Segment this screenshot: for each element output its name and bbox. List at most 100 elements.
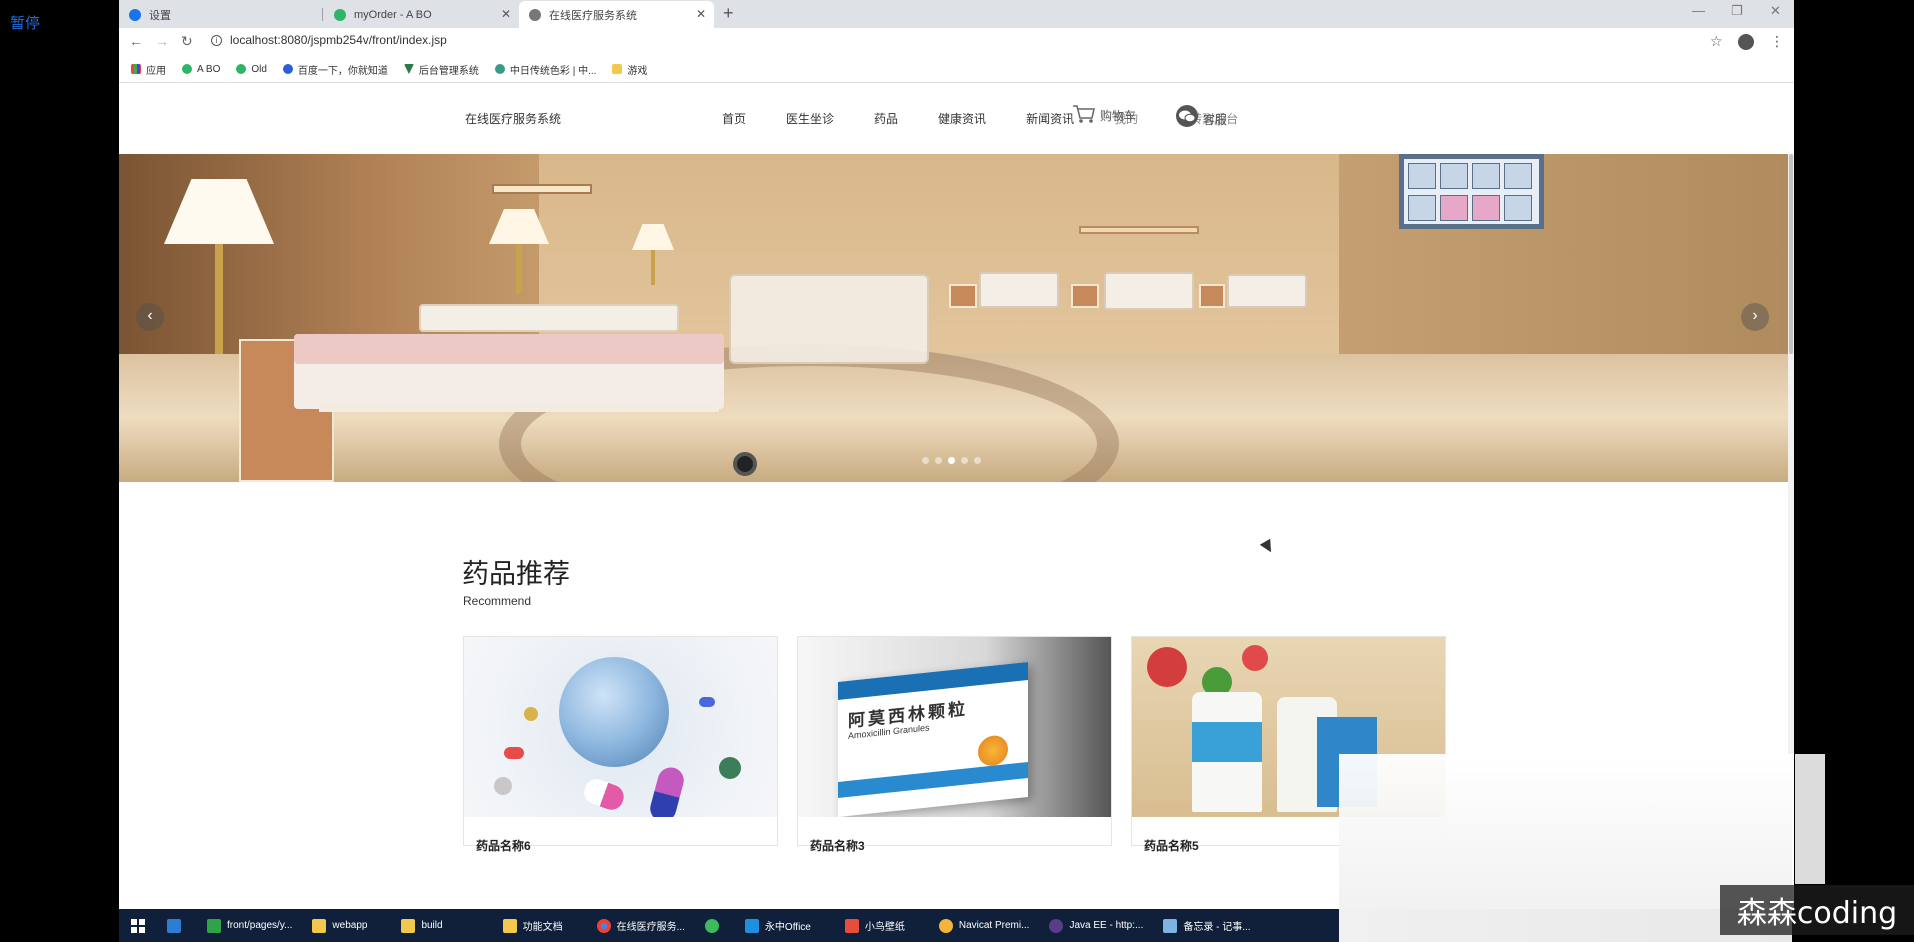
desktop-screen: 暂停 设置 myOrder - A BO ✕ 在线医疗服务系统 ✕ + — ❐ … [0, 0, 1914, 942]
carousel-dot[interactable] [974, 457, 981, 464]
pause-label[interactable]: 暂停 [10, 12, 40, 33]
tab-title: 在线医疗服务系统 [549, 9, 637, 22]
nav-medicine[interactable]: 药品 [874, 110, 898, 127]
nav-news[interactable]: 新闻资讯 [1026, 110, 1074, 127]
taskbar-item[interactable]: 小鸟壁纸 [835, 909, 915, 942]
back-arrow-icon[interactable]: ← [129, 33, 143, 49]
bookmark-abo[interactable]: A BO [182, 64, 220, 75]
eclipse-icon [1049, 918, 1064, 933]
cart-link[interactable]: 购物车 [1072, 104, 1136, 124]
carousel-prev-button[interactable]: ‹ [136, 303, 164, 331]
bookmark-label: 中日传统色彩 | 中... [509, 65, 597, 77]
globe-icon [529, 8, 541, 21]
gear-flower-icon [494, 64, 505, 74]
product-name[interactable]: 药品名称3 [810, 837, 865, 854]
lamp-decoration [164, 179, 274, 354]
profile-avatar-icon[interactable] [1738, 34, 1754, 50]
product-card[interactable]: 阿莫西林颗粒 Amoxicillin Granules 药品名称3 [797, 636, 1112, 853]
tab-settings[interactable]: 设置 [119, 1, 279, 28]
window-close-button[interactable]: ✕ [1770, 3, 1781, 19]
yuque-icon [236, 64, 247, 74]
wechat-icon [1176, 105, 1198, 127]
site-brand[interactable]: 在线医疗服务系统 [465, 110, 561, 127]
yuque-icon [334, 8, 346, 21]
taskbar-item[interactable]: Java EE - http:... [1039, 909, 1153, 942]
product-image [464, 637, 777, 817]
browser-toolbar: ← → ↻ i localhost:8080/jspmb254v/front/i… [119, 28, 1794, 56]
product-name[interactable]: 药品名称6 [476, 837, 531, 854]
close-icon[interactable]: ✕ [696, 7, 706, 21]
new-tab-button[interactable]: + [723, 3, 734, 24]
taskbar-item[interactable]: webapp [302, 909, 377, 942]
taskbar-item[interactable]: 备忘录 - 记事... [1153, 909, 1260, 942]
tab-title: myOrder - A BO [354, 8, 432, 21]
taskbar-item[interactable]: build [391, 909, 452, 942]
address-bar[interactable]: i localhost:8080/jspmb254v/front/index.j… [211, 33, 447, 47]
bookmark-label: 游戏 [627, 65, 648, 77]
customer-service-link[interactable]: 客服 [1175, 104, 1227, 128]
nav-health-info[interactable]: 健康资讯 [938, 110, 986, 127]
taskbar: front/pages/y... webapp build 功能文档 在线医疗服… [119, 909, 1339, 942]
restore-button[interactable]: ❐ [1731, 3, 1743, 19]
window-decoration [1399, 154, 1544, 229]
taskbar-item[interactable]: 在线医疗服务... [587, 909, 695, 942]
taskbar-label: 在线医疗服务... [616, 922, 685, 933]
taskbar-label: 功能文档 [522, 922, 563, 933]
product-card[interactable]: 药品名称6 [463, 636, 778, 853]
page-scrollbar[interactable] [1788, 154, 1794, 754]
taskbar-item[interactable]: 功能文档 [493, 909, 573, 942]
chrome-icon [596, 918, 611, 933]
taskbar-label: front/pages/y... [227, 920, 293, 931]
site-header: 在线医疗服务系统 首页 医生坐诊 药品 健康资讯 新闻资讯 我的 跳转到后台 购… [119, 84, 1794, 154]
bookmarks-bar: 应用 A BO Old 百度一下，你就知道 后台管理系统 中日传统色彩 | 中.… [119, 56, 1794, 83]
bookmark-label: 百度一下，你就知道 [297, 65, 388, 77]
star-icon[interactable]: ☆ [1710, 33, 1723, 50]
taskbar-label: build [421, 920, 443, 931]
start-button[interactable] [119, 909, 157, 942]
carousel-dot[interactable] [922, 457, 929, 464]
url-text[interactable]: localhost:8080/jspmb254v/front/index.jsp [230, 33, 447, 47]
carousel-dot-active[interactable] [948, 457, 955, 464]
cart-label: 购物车 [1100, 109, 1137, 123]
close-icon[interactable]: ✕ [501, 7, 511, 21]
nav-home[interactable]: 首页 [722, 110, 746, 127]
app-icon [167, 918, 181, 933]
taskbar-item[interactable] [695, 909, 735, 942]
carousel-indicators [922, 457, 987, 464]
carousel-dot[interactable] [935, 457, 942, 464]
tab-myorder[interactable]: myOrder - A BO ✕ [324, 1, 519, 28]
product-image: 阿莫西林颗粒 Amoxicillin Granules [798, 637, 1111, 817]
product-name[interactable]: 药品名称5 [1144, 837, 1199, 854]
bookmark-label: A BO [197, 63, 221, 75]
taskbar-item[interactable] [157, 909, 197, 942]
taskbar-label: 备忘录 - 记事... [1183, 922, 1251, 933]
baidu-paw-icon [282, 64, 293, 74]
taskbar-label: Navicat Premi... [958, 920, 1030, 931]
tab-medical-system[interactable]: 在线医疗服务系统 ✕ [519, 1, 714, 28]
menu-kebab-icon[interactable]: ⋮ [1770, 33, 1784, 50]
reload-icon[interactable]: ↻ [181, 33, 193, 50]
bookmark-games[interactable]: 游戏 [612, 62, 647, 77]
taskbar-item[interactable]: Navicat Premi... [929, 909, 1040, 942]
bookmark-label: Old [251, 63, 267, 75]
bookmark-colors[interactable]: 中日传统色彩 | 中... [494, 62, 597, 77]
section-title: 药品推荐 [462, 559, 570, 590]
minimize-button[interactable]: — [1692, 3, 1705, 18]
info-icon[interactable]: i [211, 34, 222, 46]
navicat-icon [938, 918, 953, 933]
bookmark-apps[interactable]: 应用 [131, 62, 166, 77]
hero-carousel[interactable]: ‹ › [119, 154, 1788, 482]
nav-doctors[interactable]: 医生坐诊 [786, 110, 834, 127]
folder-icon [612, 64, 623, 74]
vue-logo-icon [403, 64, 414, 74]
carousel-dot[interactable] [961, 457, 968, 464]
forward-arrow-icon[interactable]: → [155, 33, 169, 49]
taskbar-item[interactable]: 永中Office [735, 909, 821, 942]
bookmark-admin[interactable]: 后台管理系统 [403, 62, 479, 77]
shopping-cart-icon [1073, 105, 1095, 123]
bookmark-old[interactable]: Old [236, 64, 267, 75]
watermark: 森森coding [1720, 885, 1914, 935]
carousel-next-button[interactable]: › [1741, 303, 1769, 331]
taskbar-item[interactable]: front/pages/y... [197, 909, 302, 942]
bookmark-baidu[interactable]: 百度一下，你就知道 [282, 62, 388, 77]
